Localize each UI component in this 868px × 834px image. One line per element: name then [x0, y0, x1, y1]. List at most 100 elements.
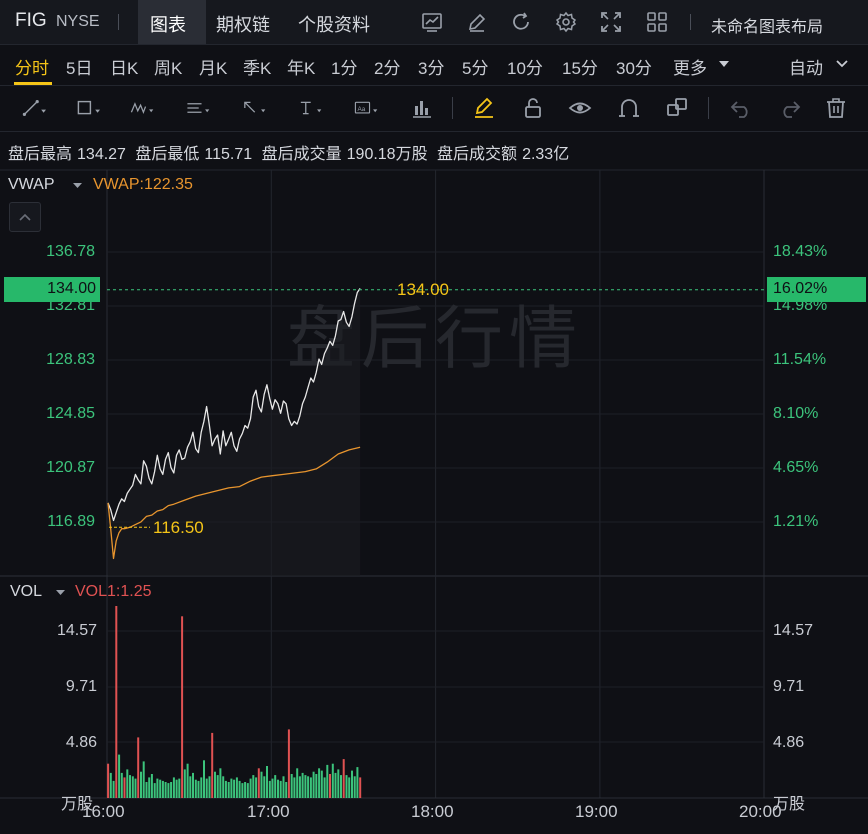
volume-bar	[172, 777, 175, 798]
volume-bar	[175, 779, 178, 798]
volume-bar	[290, 774, 293, 798]
x-tick: 19:00	[575, 802, 618, 821]
volume-bar	[277, 779, 279, 798]
volume-bar	[345, 775, 348, 798]
volume-bar	[200, 777, 203, 798]
volume-bar	[279, 780, 282, 798]
x-tick: 18:00	[411, 802, 454, 821]
volume-bar	[227, 782, 230, 798]
volume-bar	[197, 780, 200, 798]
volume-indicator-selector[interactable]: VOL	[10, 583, 42, 601]
current-price-tag: 134.00	[4, 277, 100, 302]
y-tick-right: 8.10%	[773, 405, 819, 422]
volume-bar	[216, 775, 219, 798]
volume-bar	[183, 769, 186, 798]
volume-bar	[140, 771, 142, 798]
vol-tick-right: 14.57	[773, 622, 814, 639]
collapse-button[interactable]	[9, 202, 41, 232]
volume-bar	[340, 775, 342, 798]
volume-bar	[126, 769, 129, 798]
y-tick-right: 1.21%	[773, 513, 819, 530]
volume-bar	[145, 782, 148, 798]
volume-bar	[320, 770, 323, 798]
volume-bar	[356, 767, 359, 798]
last-price-marker: 134.00	[397, 280, 449, 299]
volume-bar	[309, 777, 312, 798]
chart-grid	[0, 169, 868, 799]
volume-bar	[285, 782, 288, 798]
y-tick-left: 116.89	[47, 513, 95, 530]
volume-bar	[123, 777, 126, 798]
volume-bar	[318, 768, 321, 798]
volume-bar	[257, 768, 260, 798]
volume-bar	[178, 778, 181, 798]
volume-bar	[137, 737, 140, 798]
volume-bar	[331, 763, 334, 798]
volume-bar	[189, 776, 192, 798]
volume-bar	[307, 776, 310, 798]
x-tick: 20:00	[739, 802, 782, 821]
indicator-selector[interactable]: VWAP	[8, 176, 55, 194]
volume-bar	[148, 777, 151, 798]
volume-bar	[266, 766, 268, 798]
volume-bar	[246, 783, 249, 798]
volume-bar	[112, 780, 115, 798]
vol-tick-left: 9.71	[65, 678, 97, 695]
volume-bar	[282, 776, 285, 798]
volume-bar	[249, 778, 252, 798]
volume-bar	[342, 759, 345, 798]
volume-bar	[271, 778, 274, 798]
y-tick-left: 128.83	[46, 351, 95, 368]
current-pct: 16.02%	[773, 280, 828, 297]
volume-bar	[263, 776, 266, 798]
volume-bar	[161, 780, 164, 798]
volume-bar	[230, 778, 233, 798]
volume-bar	[186, 763, 189, 798]
y-tick-right: 4.65%	[773, 459, 819, 476]
volume-bar	[315, 774, 318, 798]
volume-bar	[326, 764, 329, 798]
volume-value: VOL1:1.25	[75, 583, 152, 600]
volume-bar	[164, 782, 167, 798]
volume-bar	[274, 775, 277, 798]
current-pct-tag: 16.02%	[767, 277, 866, 302]
vol-tick-left: 4.86	[65, 734, 97, 751]
volume-bar	[235, 777, 238, 798]
volume-bar	[192, 772, 194, 798]
volume-bar	[312, 771, 315, 798]
volume-bar	[150, 774, 153, 798]
volume-bar	[334, 772, 337, 798]
volume-bar	[203, 760, 205, 798]
volume-bar	[153, 783, 156, 798]
volume-bar	[353, 776, 356, 798]
x-tick: 16:00	[82, 802, 125, 821]
volume-bar	[224, 780, 227, 798]
volume-bar	[129, 775, 131, 798]
y-tick-left: 120.87	[46, 459, 95, 476]
intraday-chart[interactable]: 盘后行情	[0, 0, 868, 834]
volume-bar	[359, 777, 362, 798]
volume-bar	[219, 768, 222, 798]
vol-tick-left: 14.57	[56, 622, 97, 639]
current-price: 134.00	[47, 280, 96, 297]
y-tick-right: 18.43%	[773, 243, 828, 260]
volume-bar	[142, 761, 145, 798]
volume-bar	[109, 772, 112, 798]
volume-bar	[131, 776, 134, 798]
chevron-up-icon	[19, 213, 31, 221]
y-tick-left: 124.85	[46, 405, 95, 422]
x-tick: 17:00	[247, 802, 290, 821]
y-tick-right: 11.54%	[773, 351, 827, 368]
volume-bar	[255, 777, 258, 798]
volume-bar	[107, 763, 110, 798]
volume-bar	[115, 606, 118, 798]
volume-bar	[329, 774, 331, 798]
open-price-marker: 116.50	[153, 518, 204, 537]
volume-bar	[167, 783, 170, 798]
volume-bar	[260, 771, 263, 798]
volume-bar	[233, 779, 236, 798]
chevron-down-icon	[73, 183, 82, 188]
volume-bar	[170, 782, 173, 798]
volume-bar	[298, 776, 301, 798]
volume-bar	[304, 775, 307, 798]
